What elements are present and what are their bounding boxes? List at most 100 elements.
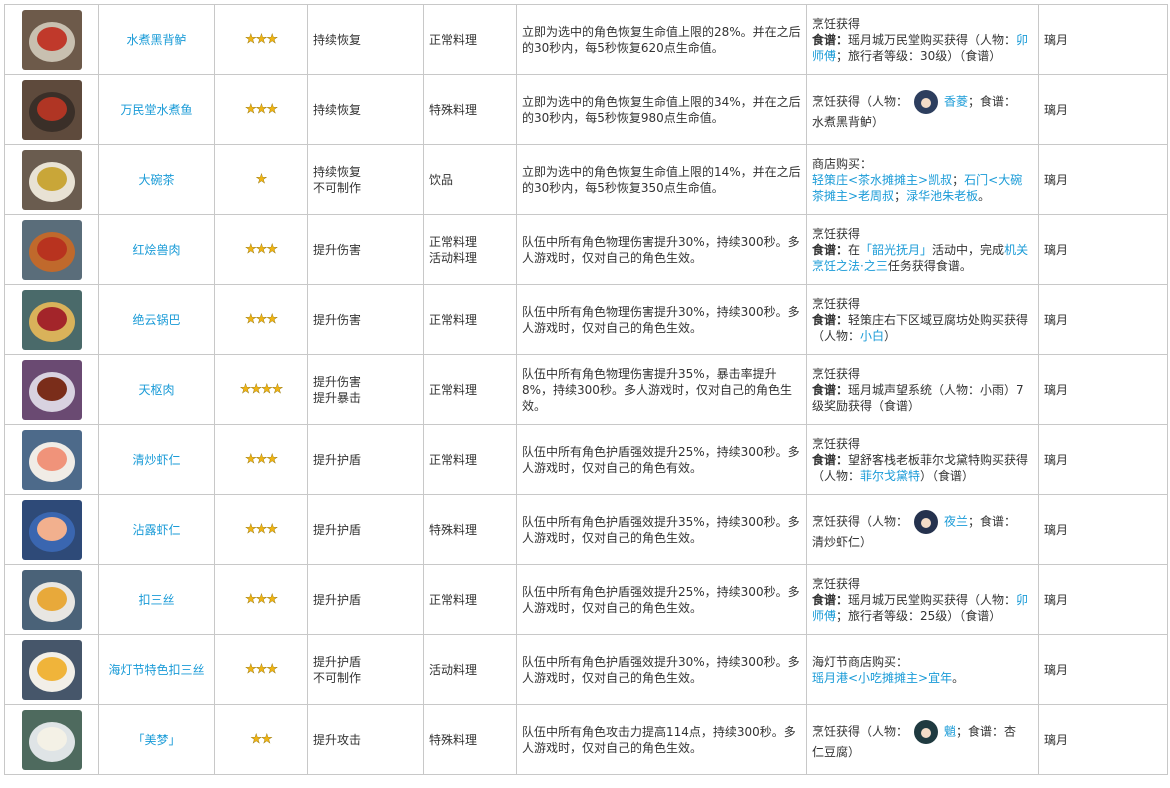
source-text: 海灯节商店购买： [812, 654, 909, 669]
source-text: 水煮黑背鲈） [812, 114, 885, 129]
food-shape [36, 446, 67, 471]
food-shape [36, 236, 67, 261]
source-text: 烹饪获得 [812, 296, 861, 311]
source-text: ；旅行者等级：30级）（食谱） [836, 48, 1002, 63]
dish-image-cell [4, 4, 99, 75]
dish-image-cell [4, 704, 99, 775]
source-cell: 海灯节商店购买： 瑶月港<小吃摊摊主>宜年。 [806, 634, 1039, 705]
source-link[interactable]: 瑶月港<小吃摊摊主>宜年 [812, 671, 952, 685]
dish-name-link[interactable]: 扣三丝 [98, 564, 215, 635]
source-text: ）（食谱） [920, 468, 975, 483]
food-icon[interactable] [21, 219, 82, 280]
food-icon[interactable] [21, 359, 82, 420]
source-link[interactable]: 魈 [944, 724, 956, 738]
source-line: 轻策庄<茶水摊摊主>凯叔；石门<大碗茶摊主>老周叔；渌华池朱老板。 [812, 172, 1033, 204]
dish-type: 正常料理 [429, 32, 478, 47]
food-icon[interactable] [21, 569, 82, 630]
dish-name-link[interactable]: 红烩兽肉 [98, 214, 215, 285]
effect-description: 队伍中所有角色护盾强效提升35%，持续300秒。多人游戏时，仅对自己的角色生效。 [516, 494, 807, 565]
dish-name-link[interactable]: 绝云锅巴 [98, 284, 215, 355]
character-avatar-icon[interactable] [914, 509, 939, 534]
recipe-label: 食谱： [812, 592, 849, 607]
dish-name-link[interactable]: 清炒虾仁 [98, 424, 215, 495]
source-text: 。 [952, 670, 965, 685]
food-icon[interactable] [21, 429, 82, 490]
star-rating-icon: ★★★ [245, 32, 278, 47]
recipe-label: 食谱： [812, 242, 849, 257]
rarity-cell: ★★★ [214, 4, 308, 75]
effect-cell: 提升伤害 提升暴击 [307, 354, 424, 425]
source-text: 。 [978, 188, 991, 203]
effect-tag: 提升伤害 [313, 374, 362, 389]
source-link[interactable]: 香菱 [944, 94, 968, 108]
dish-type: 特殊料理 [429, 732, 478, 747]
food-shape [36, 376, 67, 401]
table-row: 沾露虾仁 ★★★ 提升护盾 特殊料理 队伍中所有角色护盾强效提升35%，持续300秒。多… [4, 494, 1168, 565]
effect-description: 队伍中所有角色护盾强效提升25%，持续300秒。多人游戏时，仅对自己的角色有效。 [516, 424, 807, 495]
effect-description: 立即为选中的角色恢复生命值上限的34%，并在之后的30秒内，每5秒恢复980点生… [516, 74, 807, 145]
food-icon[interactable] [21, 9, 82, 70]
region-cell: 璃月 [1038, 564, 1168, 635]
dish-name-link[interactable]: 万民堂水煮鱼 [98, 74, 215, 145]
dish-type: 正常料理 [429, 312, 478, 327]
dish-image-cell [4, 284, 99, 355]
source-line: 烹饪获得（人物： 香菱；食谱： [812, 89, 1033, 114]
source-text: ；食谱： [968, 514, 1017, 528]
food-shape [36, 726, 67, 751]
dish-type-cell: 特殊料理 [423, 494, 517, 565]
dish-name-link[interactable]: 沾露虾仁 [98, 494, 215, 565]
source-cell: 商店购买： 轻策庄<茶水摊摊主>凯叔；石门<大碗茶摊主>老周叔；渌华池朱老板。 [806, 144, 1039, 215]
food-icon[interactable] [21, 79, 82, 140]
food-icon[interactable] [21, 709, 82, 770]
dish-name-link[interactable]: 天枢肉 [98, 354, 215, 425]
source-cell: 烹饪获得 食谱：在「韶光抚月」活动中，完成机关烹饪之法·之三任务获得食谱。 [806, 214, 1039, 285]
region-cell: 璃月 [1038, 144, 1168, 215]
dish-name-link[interactable]: 水煮黑背鲈 [98, 4, 215, 75]
source-line: 食谱：瑶月城万民堂购买获得（人物：卯师傅；旅行者等级：25级）（食谱） [812, 592, 1033, 624]
source-text: 轻策庄右下区域豆腐坊处购买获得 [848, 312, 1029, 327]
star-rating-icon: ★★★ [245, 592, 278, 607]
region-cell: 璃月 [1038, 424, 1168, 495]
source-text: 烹饪获得 [812, 366, 861, 381]
rarity-cell: ★★★ [214, 74, 308, 145]
recipe-label: 食谱： [812, 452, 849, 467]
food-icon[interactable] [21, 639, 82, 700]
dish-name-link[interactable]: 「美梦」 [98, 704, 215, 775]
source-link[interactable]: 轻策庄<茶水摊摊主>凯叔 [812, 173, 952, 187]
source-line: （人物：小白） [812, 328, 1033, 344]
rarity-cell: ★★ [214, 704, 308, 775]
food-icon[interactable] [21, 149, 82, 210]
star-rating-icon: ★★★ [245, 102, 278, 117]
dish-name-link[interactable]: 海灯节特色扣三丝 [98, 634, 215, 705]
source-link[interactable]: 夜兰 [944, 514, 968, 528]
effect-cell: 提升护盾 [307, 424, 424, 495]
dish-type-cell: 正常料理 [423, 564, 517, 635]
source-link[interactable]: 菲尔戈黛特 [860, 469, 920, 483]
region-cell: 璃月 [1038, 74, 1168, 145]
dish-type: 活动料理 [429, 250, 478, 265]
source-link[interactable]: 渌华池朱老板 [906, 189, 978, 203]
rarity-cell: ★★★★ [214, 354, 308, 425]
source-line: 瑶月港<小吃摊摊主>宜年。 [812, 670, 1033, 686]
effect-tag: 持续恢复 [313, 32, 362, 47]
source-text: ） [884, 328, 897, 343]
dish-type-cell: 正常料理 [423, 354, 517, 425]
food-icon[interactable] [21, 499, 82, 560]
food-icon[interactable] [21, 289, 82, 350]
dish-name-link[interactable]: 大碗茶 [98, 144, 215, 215]
character-avatar-icon[interactable] [914, 719, 939, 744]
effect-description: 队伍中所有角色护盾强效提升30%，持续300秒。多人游戏时，仅对自己的角色生效。 [516, 634, 807, 705]
dish-table: 水煮黑背鲈 ★★★ 持续恢复 正常料理 立即为选中的角色恢复生命值上限的28%。并在之后… [4, 4, 1168, 775]
source-text: ； [894, 188, 907, 203]
rarity-cell: ★★★ [214, 494, 308, 565]
source-link[interactable]: 「韶光抚月」 [860, 243, 932, 257]
effect-description: 立即为选中的角色恢复生命值上限的14%，并在之后的30秒内，每5秒恢复350点生… [516, 144, 807, 215]
dish-type-cell: 正常料理 活动料理 [423, 214, 517, 285]
effect-tag: 提升暴击 [313, 390, 362, 405]
source-link[interactable]: 小白 [860, 329, 884, 343]
source-line: 食谱：望舒客栈老板菲尔戈黛特购买获得 [812, 452, 1033, 468]
dish-type-cell: 正常料理 [423, 284, 517, 355]
region-cell: 璃月 [1038, 214, 1168, 285]
table-row: 水煮黑背鲈 ★★★ 持续恢复 正常料理 立即为选中的角色恢复生命值上限的28%。并在之后… [4, 4, 1168, 75]
character-avatar-icon[interactable] [914, 89, 939, 114]
